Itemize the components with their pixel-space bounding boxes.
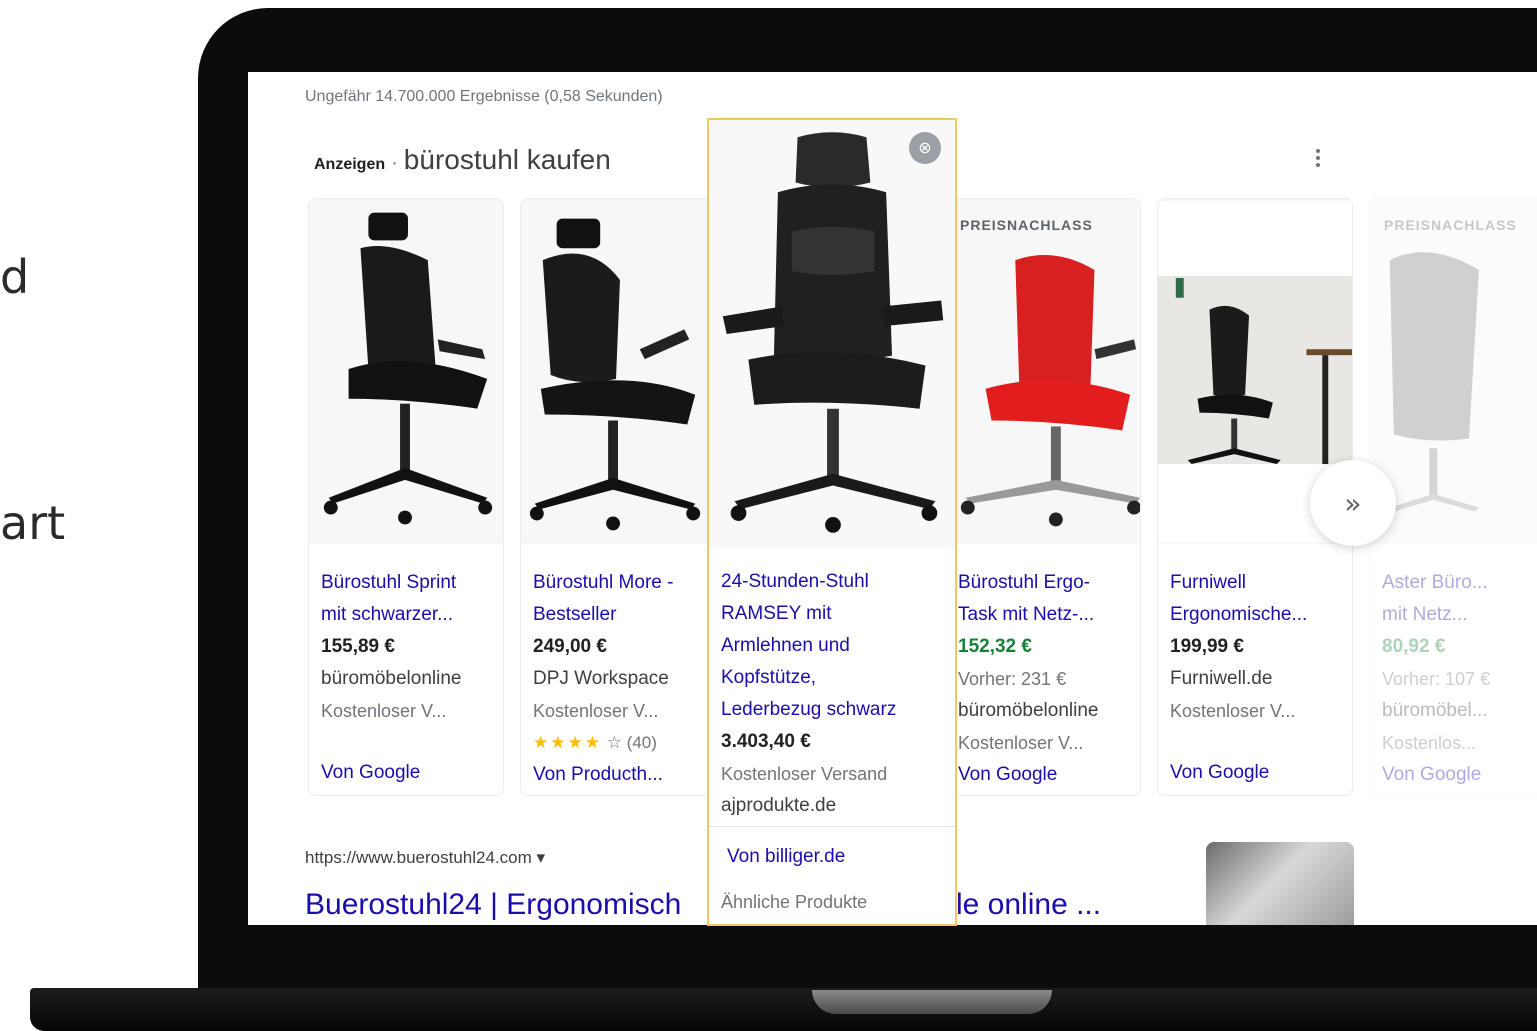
organic-result-thumbnail[interactable]	[1206, 842, 1354, 925]
product-source-link[interactable]: Von Producth...	[533, 759, 709, 791]
product-title[interactable]: Bestseller	[533, 599, 709, 631]
product-image-chair[interactable]: PREISNACHLASS	[946, 199, 1140, 544]
product-price: 249,00 €	[533, 636, 607, 657]
product-shipping: Kostenlos...	[1382, 733, 1477, 753]
featured-title-line[interactable]: Kopfstütze,	[721, 662, 947, 694]
product-price: 199,99 €	[1170, 636, 1244, 657]
product-title[interactable]: mit Netz...	[1382, 599, 1537, 631]
product-title[interactable]: Task mit Netz-...	[958, 599, 1134, 631]
featured-title-line[interactable]: 24-Stunden-Stuhl	[721, 566, 947, 598]
product-store: büromöbelonline	[958, 700, 1099, 721]
product-shipping: Kostenloser V...	[321, 701, 447, 721]
product-title[interactable]: Aster Büro...	[1382, 567, 1537, 599]
discount-badge: PREISNACHLASS	[960, 217, 1093, 233]
product-shipping: Kostenloser V...	[1170, 701, 1296, 721]
discount-badge: PREISNACHLASS	[1384, 217, 1517, 233]
product-image-chair[interactable]: PREISNACHLASS	[1370, 199, 1537, 544]
ads-label: Anzeigen	[314, 156, 386, 173]
featured-product-card[interactable]: ⊗ 24-Stunden-Stuhl RAMSEY mit Armlehnen …	[707, 118, 957, 926]
rating-count: ☆ (40)	[606, 733, 657, 752]
close-icon[interactable]: ⊗	[909, 132, 941, 164]
more-options-icon[interactable]	[1308, 146, 1328, 176]
double-chevron-right-icon: »	[1344, 486, 1362, 520]
carousel-next-button[interactable]: »	[1310, 460, 1396, 546]
product-store: Furniwell.de	[1170, 668, 1273, 689]
chair-icon	[709, 123, 955, 545]
product-store: DPJ Workspace	[533, 668, 669, 689]
laptop-base	[30, 988, 1537, 1031]
ads-separator: ·	[391, 152, 398, 174]
product-shipping: Kostenloser V...	[533, 701, 659, 721]
similar-products-link[interactable]: Ähnliche Produkte	[721, 892, 867, 913]
product-source-link[interactable]: Von Google	[1382, 759, 1537, 791]
product-title[interactable]: Bürostuhl Ergo-	[958, 567, 1134, 599]
product-price: 80,92 €	[1382, 636, 1446, 657]
product-store: büromöbel...	[1382, 700, 1488, 721]
featured-title-line[interactable]: Lederbezug schwarz	[721, 694, 947, 726]
product-price: 155,89 €	[321, 636, 395, 657]
divider	[709, 826, 955, 827]
product-title[interactable]: Bürostuhl Sprint	[321, 567, 497, 599]
product-previous-price: Vorher: 231 €	[958, 669, 1067, 689]
chair-icon	[309, 200, 503, 543]
product-card[interactable]: Bürostuhl Sprint mit schwarzer... 155,89…	[308, 198, 504, 796]
product-source-link[interactable]: Von Google	[1170, 757, 1346, 789]
ads-query: bürostuhl kaufen	[403, 144, 611, 175]
product-previous-price: Vorher: 107 €	[1382, 669, 1491, 689]
side-text-fragment-1: d	[0, 250, 30, 304]
chair-icon	[946, 200, 1140, 543]
ads-header: Anzeigen · bürostuhl kaufen	[314, 144, 611, 176]
product-title[interactable]: Bürostuhl More -	[533, 567, 709, 599]
result-stats: Ungefähr 14.700.000 Ergebnisse (0,58 Sek…	[305, 88, 663, 105]
organic-result-url[interactable]: https://www.buerostuhl24.com ▾	[305, 848, 545, 868]
featured-source-link[interactable]: Von billiger.de	[727, 846, 845, 868]
product-image-chair[interactable]	[309, 199, 503, 544]
side-text-fragment-2: art	[0, 496, 66, 550]
product-title[interactable]: Furniwell	[1170, 567, 1346, 599]
featured-title-line[interactable]: Armlehnen und	[721, 630, 947, 662]
featured-store: ajprodukte.de	[721, 795, 837, 816]
product-source-link[interactable]: Von Google	[958, 759, 1134, 791]
star-icon: ★★★★	[533, 733, 602, 752]
product-title[interactable]: Ergonomische...	[1170, 599, 1346, 631]
chair-icon	[521, 200, 715, 543]
product-image-chair[interactable]	[521, 199, 715, 544]
product-source-link[interactable]: Von Google	[321, 757, 497, 789]
product-rating: ★★★★ ☆ (40)	[533, 727, 709, 759]
organic-result-title[interactable]: Buerostuhl24 | Ergonomisch	[305, 888, 681, 922]
product-price: 152,32 €	[958, 636, 1032, 657]
featured-title-line[interactable]: RAMSEY mit	[721, 598, 947, 630]
chair-icon	[1370, 200, 1537, 543]
product-card[interactable]: Bürostuhl More - Bestseller 249,00 € DPJ…	[520, 198, 716, 796]
product-title[interactable]: mit schwarzer...	[321, 599, 497, 631]
product-card[interactable]: PREISNACHLASS Bürostuhl Ergo- Task mit N…	[945, 198, 1141, 796]
product-store: büromöbelonline	[321, 668, 462, 689]
featured-shipping: Kostenloser Versand	[721, 764, 888, 784]
laptop-notch	[812, 990, 1052, 1014]
product-shipping: Kostenloser V...	[958, 733, 1084, 753]
featured-price: 3.403,40 €	[721, 731, 811, 752]
organic-result-title-continued[interactable]: le online ...	[956, 888, 1101, 922]
featured-product-image[interactable]: ⊗	[709, 120, 955, 548]
